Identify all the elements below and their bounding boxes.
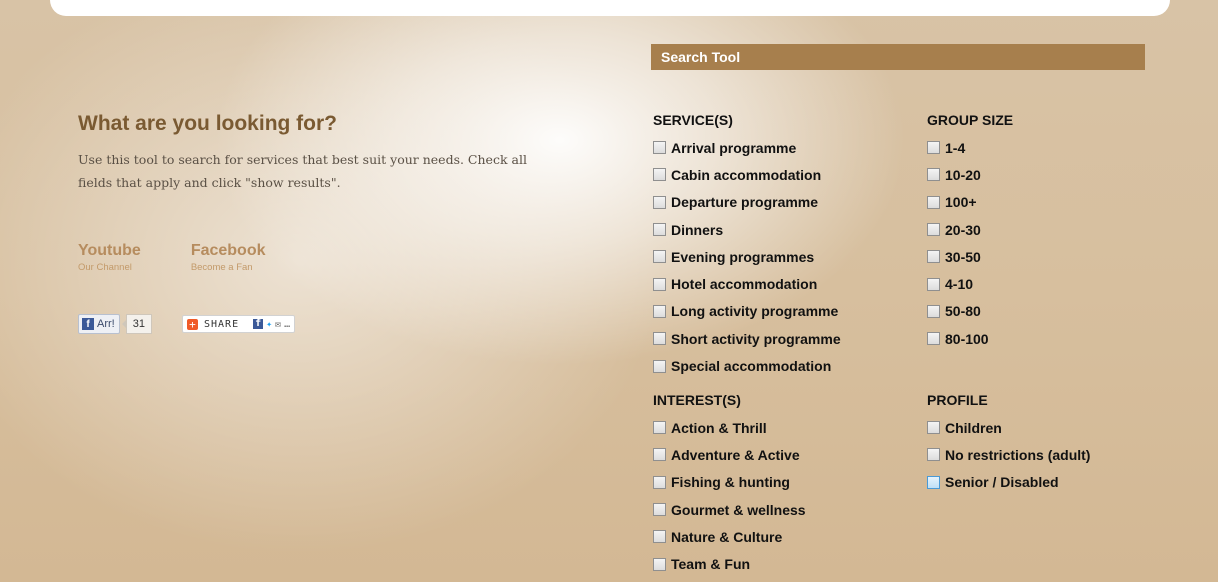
group-size-option[interactable]: 1-4 bbox=[927, 134, 1013, 161]
checkbox[interactable] bbox=[927, 304, 940, 318]
intro-section: What are you looking for? Use this tool … bbox=[78, 112, 578, 194]
share-row: f Arr! 31 + SHARE f ✦ ✉ … bbox=[78, 314, 296, 334]
facebook-link-subtitle: Become a Fan bbox=[190, 262, 253, 273]
group-size-option[interactable]: 30-50 bbox=[927, 243, 1013, 270]
checkbox[interactable] bbox=[653, 277, 666, 291]
profile-option[interactable]: Children bbox=[927, 414, 1090, 441]
search-tool-header: Search Tool bbox=[651, 44, 1145, 70]
checkbox[interactable] bbox=[927, 421, 940, 435]
checkbox[interactable] bbox=[653, 304, 666, 318]
facebook-icon: f bbox=[253, 318, 264, 329]
checkbox[interactable] bbox=[653, 557, 666, 571]
checkbox[interactable] bbox=[653, 195, 666, 209]
service-option[interactable]: Hotel accommodation bbox=[653, 270, 841, 297]
profile-option[interactable]: Senior / Disabled bbox=[927, 469, 1090, 496]
addthis-plus-icon: + bbox=[186, 318, 198, 330]
top-content-panel bbox=[50, 0, 1170, 16]
checkbox[interactable] bbox=[653, 530, 666, 544]
group-size-option[interactable]: 20-30 bbox=[927, 216, 1013, 243]
group-size-option[interactable]: 10-20 bbox=[927, 161, 1013, 188]
profile-title: PROFILE bbox=[927, 392, 988, 408]
facebook-icon: f bbox=[82, 318, 94, 330]
checkbox[interactable] bbox=[927, 448, 940, 462]
services-title: SERVICE(S) bbox=[653, 112, 733, 128]
interest-option[interactable]: Action & Thrill bbox=[653, 414, 806, 441]
checkbox[interactable] bbox=[653, 421, 666, 435]
checkbox[interactable] bbox=[927, 141, 940, 155]
checkbox[interactable] bbox=[653, 223, 666, 237]
page-heading: What are you looking for? bbox=[78, 112, 338, 135]
interests-group: INTEREST(S) Action & Thrill Adventure & … bbox=[653, 392, 806, 578]
service-option[interactable]: Short activity programme bbox=[653, 325, 841, 352]
service-option[interactable]: Dinners bbox=[653, 216, 841, 243]
interest-option[interactable]: Gourmet & wellness bbox=[653, 496, 806, 523]
service-option[interactable]: Long activity programme bbox=[653, 298, 841, 325]
group-size-option[interactable]: 50-80 bbox=[927, 298, 1013, 325]
group-size-group: GROUP SIZE 1-4 10-20 100+ 20-30 30-50 4-… bbox=[927, 112, 1013, 352]
interests-title: INTEREST(S) bbox=[653, 392, 741, 408]
checkbox[interactable] bbox=[927, 475, 940, 489]
checkbox[interactable] bbox=[653, 448, 666, 462]
checkbox[interactable] bbox=[653, 168, 666, 182]
checkbox[interactable] bbox=[653, 250, 666, 264]
facebook-link-title: Facebook bbox=[190, 242, 266, 259]
facebook-like-label: Arr! bbox=[97, 318, 115, 330]
intro-text: Use this tool to search for services tha… bbox=[78, 152, 527, 190]
checkbox[interactable] bbox=[927, 250, 940, 264]
interest-option[interactable]: Team & Fun bbox=[653, 550, 806, 577]
service-option[interactable]: Arrival programme bbox=[653, 134, 841, 161]
facebook-link[interactable]: Facebook Become a Fan bbox=[191, 242, 266, 273]
checkbox[interactable] bbox=[653, 141, 666, 155]
profile-option[interactable]: No restrictions (adult) bbox=[927, 441, 1090, 468]
youtube-link[interactable]: Youtube Our Channel bbox=[78, 242, 141, 273]
twitter-icon: ✦ bbox=[266, 318, 273, 330]
more-icon: … bbox=[284, 318, 291, 330]
services-group: SERVICE(S) Arrival programme Cabin accom… bbox=[653, 112, 841, 380]
group-size-option[interactable]: 4-10 bbox=[927, 270, 1013, 297]
email-icon: ✉ bbox=[275, 318, 282, 330]
share-label: SHARE bbox=[203, 318, 240, 330]
service-option[interactable]: Special accommodation bbox=[653, 352, 841, 379]
profile-group: PROFILE Children No restrictions (adult)… bbox=[927, 392, 1090, 496]
interest-option[interactable]: Nature & Culture bbox=[653, 523, 806, 550]
checkbox[interactable] bbox=[653, 332, 666, 346]
social-links: Youtube Our Channel Facebook Become a Fa… bbox=[78, 242, 266, 273]
youtube-link-subtitle: Our Channel bbox=[78, 262, 132, 273]
facebook-like-count: 31 bbox=[121, 314, 152, 334]
group-size-title: GROUP SIZE bbox=[927, 112, 1014, 128]
service-option[interactable]: Cabin accommodation bbox=[653, 161, 841, 188]
share-button[interactable]: + SHARE f ✦ ✉ … bbox=[181, 315, 296, 333]
service-option[interactable]: Departure programme bbox=[653, 189, 841, 216]
facebook-like-button[interactable]: f Arr! bbox=[78, 314, 120, 334]
checkbox[interactable] bbox=[927, 332, 940, 346]
checkbox[interactable] bbox=[927, 168, 940, 182]
checkbox[interactable] bbox=[927, 195, 940, 209]
group-size-option[interactable]: 100+ bbox=[927, 189, 1013, 216]
group-size-option[interactable]: 80-100 bbox=[927, 325, 1013, 352]
checkbox[interactable] bbox=[927, 223, 940, 237]
interest-option[interactable]: Adventure & Active bbox=[653, 441, 806, 468]
checkbox[interactable] bbox=[653, 359, 666, 373]
checkbox[interactable] bbox=[927, 277, 940, 291]
youtube-link-title: Youtube bbox=[78, 242, 141, 259]
checkbox[interactable] bbox=[653, 475, 666, 489]
interest-option[interactable]: Fishing & hunting bbox=[653, 469, 806, 496]
checkbox[interactable] bbox=[653, 503, 666, 517]
service-option[interactable]: Evening programmes bbox=[653, 243, 841, 270]
